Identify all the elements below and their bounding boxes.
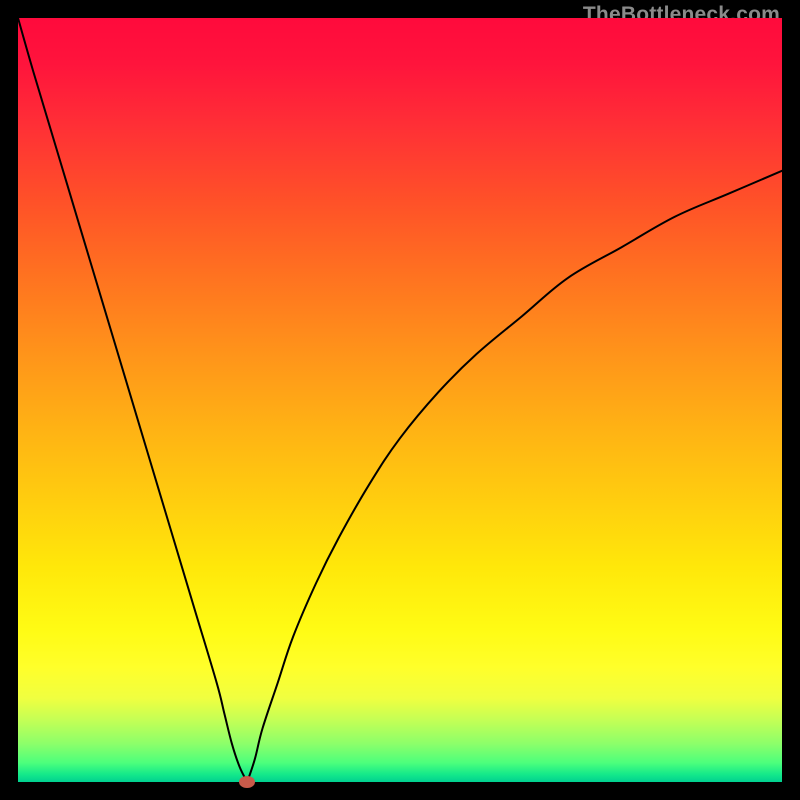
minimum-marker [239, 776, 255, 788]
plot-area [18, 18, 782, 782]
chart-container: TheBottleneck.com [0, 0, 800, 800]
bottleneck-curve [18, 18, 782, 782]
